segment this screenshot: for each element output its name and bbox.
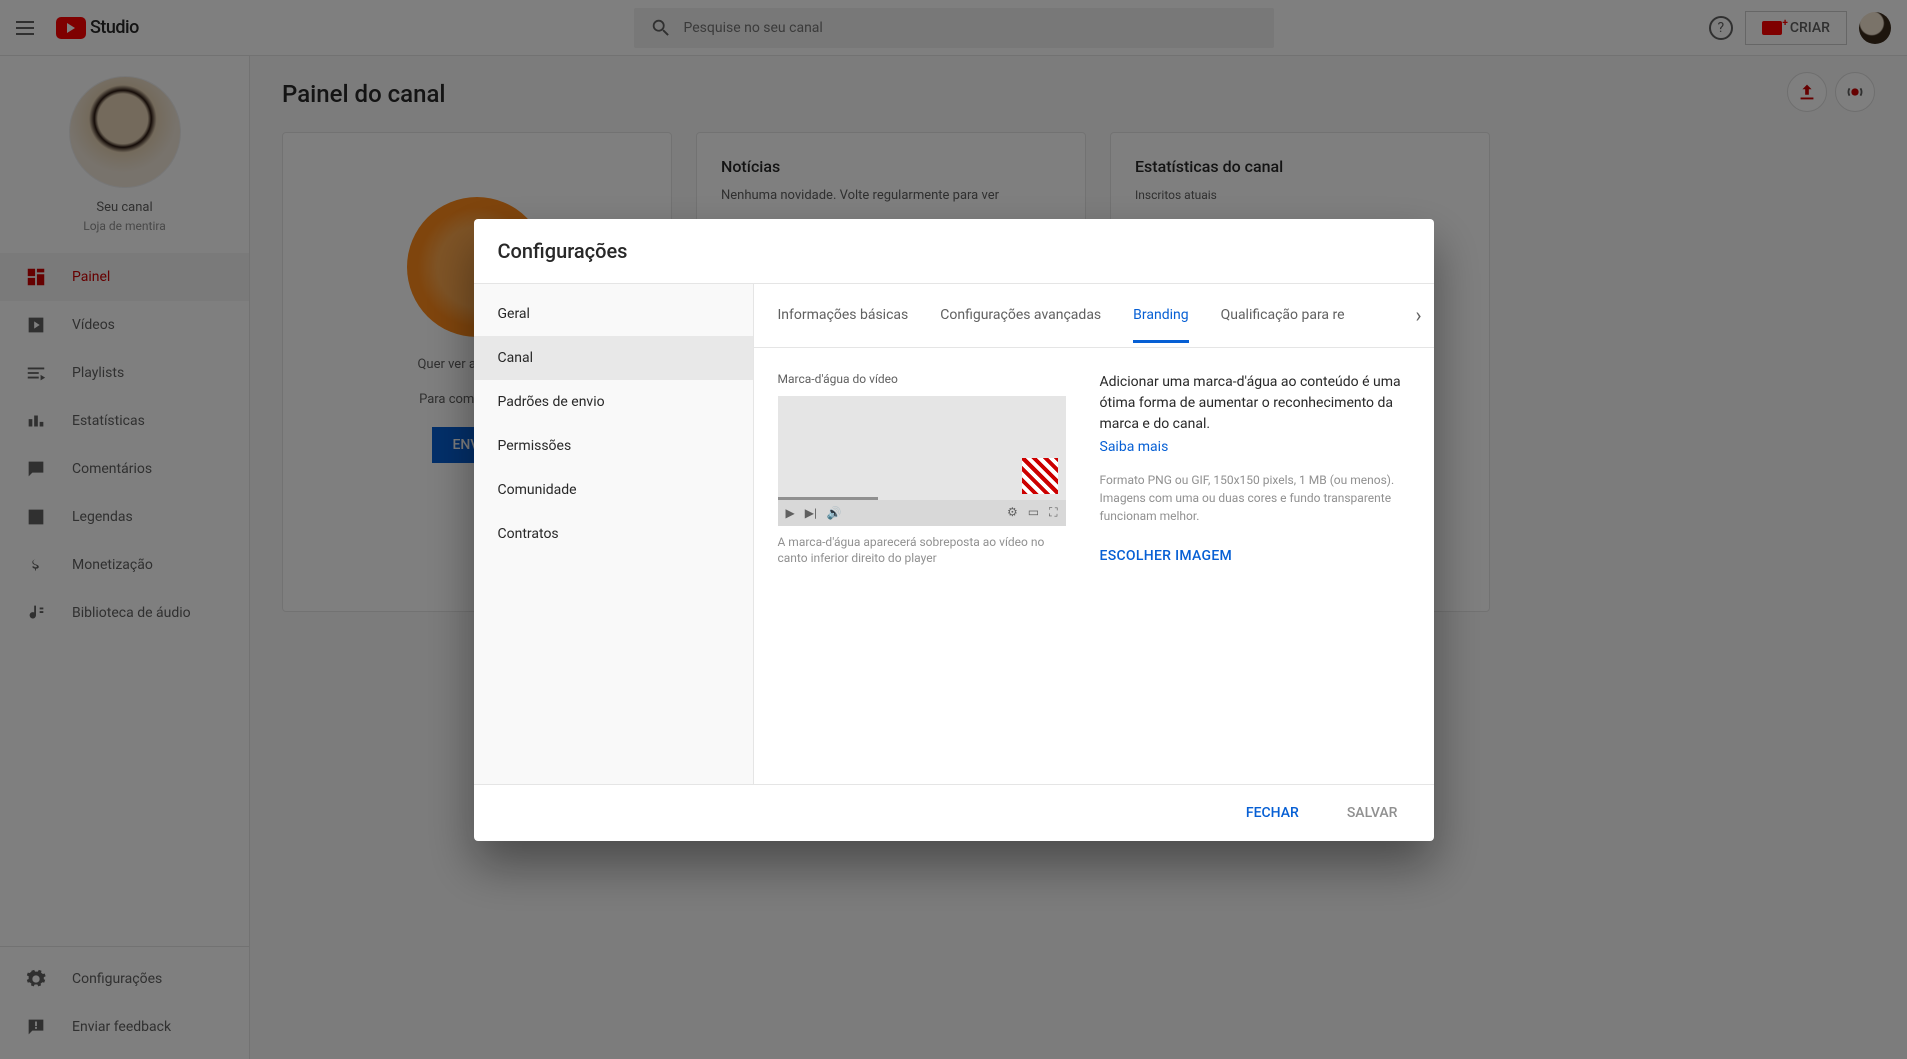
watermark-placeholder-icon [1022, 458, 1058, 494]
video-preview: ▶ ▶| 🔊 ⚙ ▭ ⛶ [778, 396, 1066, 526]
watermark-description: Adicionar uma marca-d'água ao conteúdo é… [1100, 372, 1410, 435]
gear-icon: ⚙ [1007, 505, 1018, 520]
tab-advanced[interactable]: Configurações avançadas [940, 287, 1101, 343]
save-button[interactable]: SALVAR [1335, 797, 1410, 829]
settings-nav-channel[interactable]: Canal [474, 336, 753, 380]
volume-icon: 🔊 [827, 506, 842, 520]
theater-icon: ▭ [1028, 505, 1039, 520]
settings-nav-permissions[interactable]: Permissões [474, 424, 753, 468]
settings-nav-upload-defaults[interactable]: Padrões de envio [474, 380, 753, 424]
settings-modal: Configurações Geral Canal Padrões de env… [474, 219, 1434, 841]
settings-nav-general[interactable]: Geral [474, 292, 753, 336]
fullscreen-icon: ⛶ [1049, 505, 1057, 520]
close-button[interactable]: FECHAR [1234, 797, 1311, 829]
play-icon: ▶ [786, 506, 795, 520]
tab-eligibility[interactable]: Qualificação para re [1221, 287, 1345, 343]
format-hint: Formato PNG ou GIF, 150x150 pixels, 1 MB… [1100, 471, 1410, 525]
tabs-scroll-right-icon[interactable]: › [1415, 303, 1421, 327]
next-icon: ▶| [805, 506, 817, 520]
preview-caption: A marca-d'água aparecerá sobreposta ao v… [778, 534, 1068, 568]
watermark-label: Marca-d'água do vídeo [778, 372, 1068, 386]
tab-branding[interactable]: Branding [1133, 287, 1188, 343]
settings-nav-contracts[interactable]: Contratos [474, 512, 753, 556]
settings-nav-community[interactable]: Comunidade [474, 468, 753, 512]
learn-more-link[interactable]: Saiba mais [1100, 439, 1410, 455]
tab-basic-info[interactable]: Informações básicas [778, 287, 909, 343]
modal-title: Configurações [474, 219, 1434, 284]
choose-image-button[interactable]: ESCOLHER IMAGEM [1100, 548, 1233, 564]
